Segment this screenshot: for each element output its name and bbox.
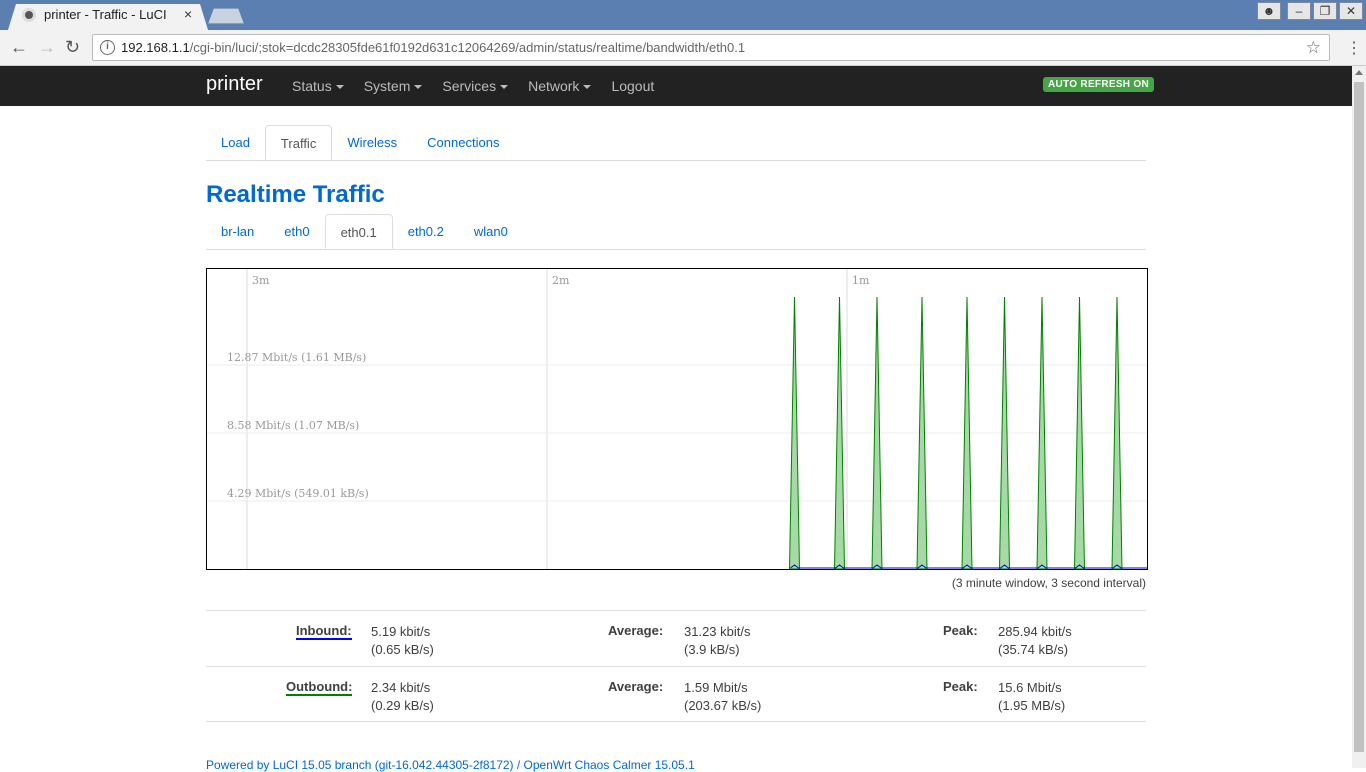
favicon-icon — [22, 8, 36, 22]
nav-system[interactable]: System — [364, 78, 423, 94]
inbound-row: Inbound: 5.19 kbit/s (0.65 kB/s) Average:… — [206, 610, 1146, 666]
chevron-down-icon — [414, 85, 423, 90]
profile-icon[interactable]: ☻ — [1257, 2, 1281, 20]
scroll-thumb[interactable] — [1354, 82, 1364, 752]
new-tab-button[interactable] — [208, 8, 244, 24]
brand-logo[interactable]: printer — [206, 73, 263, 96]
back-icon[interactable]: ← — [10, 37, 28, 58]
outbound-current: 2.34 kbit/s (0.29 kB/s) — [371, 680, 434, 713]
outbound-average-label: Average: — [608, 679, 664, 694]
outbound-peak-label: Peak: — [943, 679, 978, 694]
nav-logout[interactable]: Logout — [611, 78, 654, 94]
chevron-down-icon — [583, 85, 592, 90]
nav-services[interactable]: Services — [442, 78, 509, 94]
outbound-row: Outbound: 2.34 kbit/s (0.29 kB/s) Average… — [206, 666, 1146, 722]
tab-br-lan[interactable]: br-lan — [206, 214, 269, 249]
y-tick-label: 8.58 Mbit/s (1.07 MB/s) — [227, 419, 359, 432]
info-icon[interactable]: i — [100, 40, 115, 55]
chevron-down-icon — [500, 85, 509, 90]
status-tabs: Load Traffic Wireless Connections — [206, 125, 1146, 161]
y-tick-label: 4.29 Mbit/s (549.01 kB/s) — [227, 487, 369, 500]
traffic-graph: 3m 2m 1m 12.87 Mbit/s (1.61 MB/s) 8.58 Mbit/… — [206, 268, 1148, 570]
footer-link[interactable]: Powered by LuCI 15.05 branch (git-16.042… — [206, 758, 695, 772]
x-tick-label: 3m — [252, 274, 270, 287]
inbound-current: 5.19 kbit/s (0.65 kB/s) — [371, 624, 434, 657]
luci-header: printer Status System Services Network L… — [0, 66, 1352, 106]
tab-load[interactable]: Load — [206, 125, 265, 160]
inbound-label: Inbound: — [296, 623, 352, 640]
tab-wireless[interactable]: Wireless — [332, 125, 412, 160]
traffic-graph-svg: 3m 2m 1m 12.87 Mbit/s (1.61 MB/s) 8.58 Mbit/… — [207, 269, 1147, 569]
inbound-average: 31.23 kbit/s (3.9 kB/s) — [684, 624, 751, 657]
tab-close-icon[interactable]: × — [184, 6, 192, 22]
tab-connections[interactable]: Connections — [412, 125, 514, 160]
inbound-peak: 285.94 kbit/s (35.74 kB/s) — [998, 624, 1072, 657]
minimize-icon[interactable]: – — [1287, 2, 1311, 20]
chevron-down-icon — [335, 85, 344, 90]
address-url[interactable]: 192.168.1.1/cgi-bin/luci/;stok=dcdc28305… — [121, 40, 745, 55]
reload-icon[interactable]: ↻ — [65, 37, 80, 58]
y-tick-label: 12.87 Mbit/s (1.61 MB/s) — [227, 351, 366, 364]
graph-caption: (3 minute window, 3 second interval) — [951, 576, 1146, 590]
tab-wlan0[interactable]: wlan0 — [459, 214, 523, 249]
browser-menu-icon[interactable]: ⋮ — [1346, 38, 1362, 58]
nav-status[interactable]: Status — [292, 78, 344, 94]
outbound-peak: 15.6 Mbit/s (1.95 MB/s) — [998, 680, 1066, 713]
close-window-icon[interactable]: ✕ — [1339, 2, 1363, 20]
address-bar[interactable]: i 192.168.1.1/cgi-bin/luci/;stok=dcdc283… — [92, 34, 1330, 61]
main-nav: Status System Services Network Logout — [292, 78, 674, 94]
x-tick-label: 2m — [552, 274, 570, 287]
scroll-up-icon[interactable] — [1355, 70, 1363, 75]
outbound-label: Outbound: — [286, 679, 353, 696]
auto-refresh-badge[interactable]: AUTO REFRESH ON — [1043, 77, 1154, 92]
restore-icon[interactable]: ❐ — [1313, 2, 1337, 20]
inbound-average-label: Average: — [608, 623, 664, 638]
browser-tab-bar: printer - Traffic - LuCI × ☻ – ❐ ✕ — [0, 0, 1366, 30]
forward-icon[interactable]: → — [38, 37, 56, 58]
interface-tabs: br-lan eth0 eth0.1 eth0.2 wlan0 — [206, 214, 1146, 250]
outbound-average: 1.59 Mbit/s (203.67 kB/s) — [684, 680, 762, 713]
traffic-stats: Inbound: 5.19 kbit/s (0.65 kB/s) Average:… — [206, 610, 1146, 722]
tab-eth0[interactable]: eth0 — [269, 214, 324, 249]
bookmark-star-icon[interactable]: ☆ — [1306, 38, 1321, 58]
tab-eth0-2[interactable]: eth0.2 — [393, 214, 459, 249]
tab-eth0-1[interactable]: eth0.1 — [324, 214, 393, 249]
browser-toolbar: ← → ↻ i 192.168.1.1/cgi-bin/luci/;stok=d… — [0, 30, 1366, 66]
x-tick-label: 1m — [852, 274, 870, 287]
page-scrollbar[interactable] — [1352, 66, 1366, 768]
inbound-peak-label: Peak: — [943, 623, 978, 638]
browser-tab-title: printer - Traffic - LuCI — [44, 7, 167, 22]
nav-network[interactable]: Network — [528, 78, 592, 94]
page-title: Realtime Traffic — [206, 181, 385, 208]
tab-traffic[interactable]: Traffic — [264, 125, 333, 160]
